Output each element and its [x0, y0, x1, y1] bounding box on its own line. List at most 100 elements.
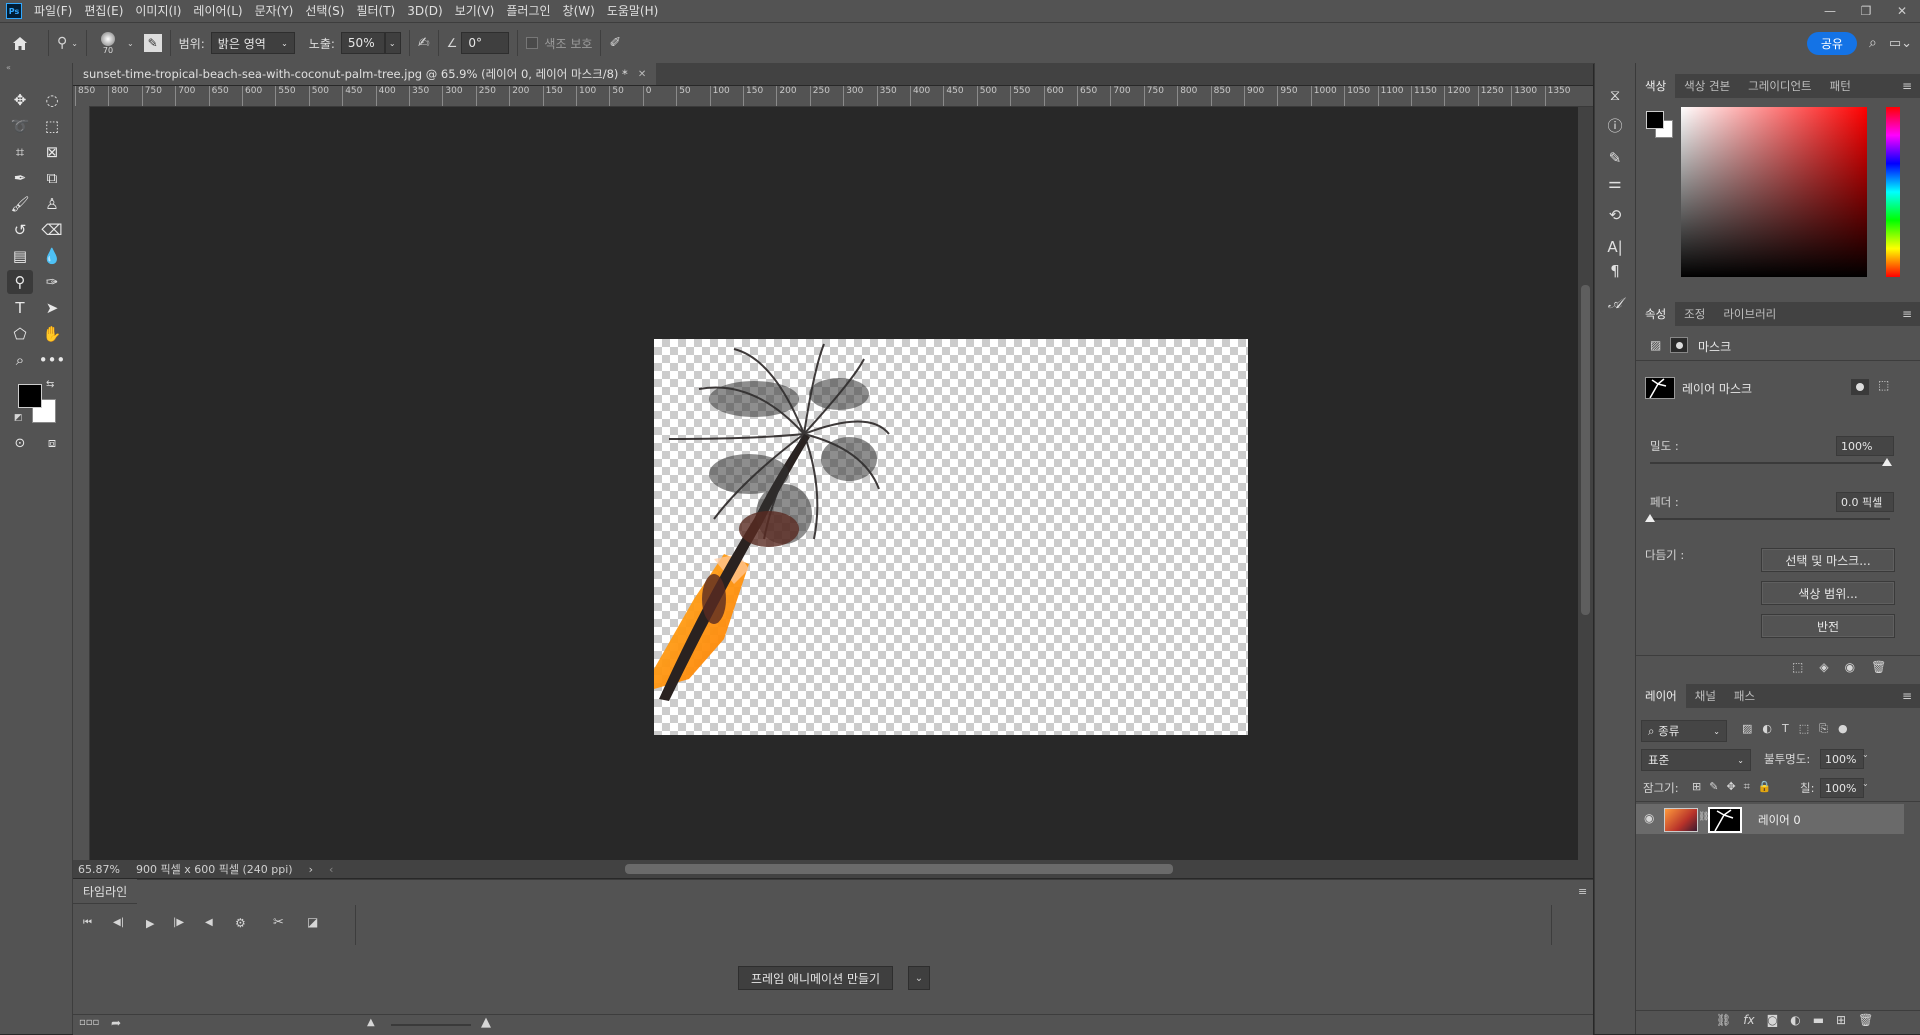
tab-gradients[interactable]: 그레이디언트: [1739, 74, 1820, 98]
tool-preset-picker[interactable]: ⚲ ⌄: [57, 35, 78, 51]
photoshop-logo[interactable]: Ps: [6, 3, 22, 19]
brush-settings-panel-icon[interactable]: ✎: [1603, 146, 1627, 170]
next-frame-icon[interactable]: |▶: [173, 917, 184, 928]
panel-menu-icon[interactable]: ≡: [1902, 689, 1912, 703]
transition-icon[interactable]: ◪: [307, 915, 318, 929]
menu-type[interactable]: 문자(Y): [249, 0, 300, 22]
first-frame-icon[interactable]: ⏮: [83, 917, 92, 928]
actions-icon[interactable]: ⟲: [1603, 203, 1627, 227]
zoom-level[interactable]: 65.87%: [78, 863, 130, 876]
screen-mode-icon[interactable]: ⧈: [39, 431, 65, 455]
chevron-down-icon[interactable]: ⌄: [1862, 750, 1869, 759]
zoom-tool-icon[interactable]: ⌕: [7, 348, 33, 372]
menu-view[interactable]: 보기(V): [449, 0, 501, 22]
filter-smart-object-icon[interactable]: ⎘: [1819, 722, 1828, 736]
load-selection-icon[interactable]: ⬚: [1792, 660, 1803, 674]
filter-shape-icon[interactable]: ⬚: [1799, 722, 1809, 736]
crop-tool-icon[interactable]: ⌗: [7, 140, 33, 164]
vertical-scroll-thumb[interactable]: [1581, 285, 1590, 615]
restore-icon[interactable]: ❐: [1848, 0, 1884, 22]
angle-input[interactable]: 0°: [461, 32, 510, 54]
dodge-tool-icon[interactable]: ⚲: [7, 270, 33, 294]
history-brush-tool-icon[interactable]: ↺: [7, 218, 33, 242]
lock-position-icon[interactable]: ✥: [1726, 780, 1735, 794]
frame-view-icon[interactable]: ▫▫▫: [79, 1017, 99, 1028]
swap-colors-icon[interactable]: ⇆: [46, 379, 54, 390]
brush-tool-icon[interactable]: 🖌: [7, 192, 33, 216]
brush-settings-icon[interactable]: ✎: [143, 34, 162, 52]
more-tools-icon[interactable]: •••: [39, 348, 66, 372]
foreground-color-swatch[interactable]: [18, 384, 42, 408]
menu-filter[interactable]: 필터(T): [350, 0, 401, 22]
timeline-zoom-slider[interactable]: [391, 1024, 471, 1026]
new-layer-icon[interactable]: ⊞: [1836, 1013, 1846, 1027]
add-pixel-mask-icon[interactable]: [1851, 379, 1869, 395]
blend-mode-select[interactable]: 표준 ⌄: [1641, 749, 1751, 771]
tab-libraries[interactable]: 라이브러리: [1714, 302, 1785, 326]
eraser-tool-icon[interactable]: ⌫: [39, 218, 65, 242]
lock-artboard-icon[interactable]: ⌗: [1744, 780, 1750, 794]
add-vector-mask-icon[interactable]: ⬚: [1878, 378, 1889, 392]
visibility-eye-icon[interactable]: ◉: [1845, 660, 1855, 674]
add-mask-icon[interactable]: ◙: [1767, 1013, 1779, 1027]
new-adjustment-layer-icon[interactable]: ◐: [1790, 1013, 1800, 1027]
workspace-icon[interactable]: ▭⌄: [1889, 36, 1912, 51]
stamp-tool-icon[interactable]: ♙: [39, 192, 65, 216]
marquee-tool-icon[interactable]: ◌: [39, 88, 65, 112]
layer-mask-icon[interactable]: [1670, 337, 1688, 353]
blur-tool-icon[interactable]: 💧: [39, 244, 65, 268]
split-scissors-icon[interactable]: ✂: [273, 915, 284, 930]
filter-toggle-icon[interactable]: ●: [1838, 722, 1848, 736]
tab-swatches[interactable]: 색상 견본: [1675, 74, 1739, 98]
feather-input[interactable]: 0.0 픽셀: [1836, 492, 1894, 512]
layer-filter-select[interactable]: ⌕ 종류 ⌄: [1641, 720, 1727, 742]
panel-menu-icon[interactable]: ≡: [1902, 79, 1912, 93]
type-tool-icon[interactable]: T: [7, 296, 33, 320]
minimize-icon[interactable]: —: [1812, 0, 1848, 22]
menu-window[interactable]: 창(W): [557, 0, 601, 22]
pressure-size-icon[interactable]: ✐: [609, 35, 621, 51]
layer-thumbnail[interactable]: [1664, 808, 1698, 832]
color-range-button[interactable]: 색상 범위...: [1761, 581, 1895, 605]
tab-properties[interactable]: 속성: [1636, 302, 1676, 326]
scroll-left-icon[interactable]: ‹: [329, 863, 333, 876]
menu-edit[interactable]: 편집(E): [78, 0, 129, 22]
exposure-input[interactable]: 50%: [340, 32, 385, 54]
eyedropper-tool-icon[interactable]: ✒: [7, 166, 33, 190]
adjustments-panel-icon[interactable]: ⚌: [1603, 171, 1627, 195]
tab-patterns[interactable]: 패턴: [1821, 74, 1860, 98]
timeline-menu-icon[interactable]: ≡: [1578, 885, 1587, 898]
tab-channels[interactable]: 채널: [1686, 684, 1725, 708]
collapse-icon[interactable]: «: [6, 63, 11, 72]
tab-adjustments[interactable]: 조정: [1675, 302, 1714, 326]
apply-mask-icon[interactable]: ◈: [1819, 660, 1828, 674]
menu-plugins[interactable]: 플러그인: [500, 0, 556, 22]
horizontal-scroll-thumb[interactable]: [625, 864, 1173, 874]
fill-input[interactable]: 100%: [1820, 778, 1864, 798]
density-slider[interactable]: [1650, 462, 1890, 464]
pixel-mask-icon[interactable]: ▨: [1650, 338, 1661, 352]
panel-menu-icon[interactable]: ≡: [1902, 307, 1912, 321]
close-icon[interactable]: ✕: [1884, 0, 1920, 22]
chevron-down-icon[interactable]: ⌄: [908, 966, 930, 990]
document-canvas[interactable]: [654, 339, 1248, 735]
status-menu-arrow-icon[interactable]: ›: [309, 863, 313, 876]
glyphs-icon[interactable]: 𝒜: [1603, 291, 1627, 315]
feather-slider-thumb[interactable]: [1645, 514, 1655, 522]
patch-tool-icon[interactable]: ⧉: [39, 166, 65, 190]
share-arrow-icon[interactable]: ➦: [111, 1016, 121, 1030]
density-slider-thumb[interactable]: [1882, 458, 1892, 466]
hand-tool-icon[interactable]: ✋: [39, 322, 65, 346]
previous-frame-icon[interactable]: ◀|: [113, 917, 124, 928]
gradient-tool-icon[interactable]: ▤: [7, 244, 33, 268]
menu-image[interactable]: 이미지(I): [129, 0, 187, 22]
brush-size-picker[interactable]: 70: [95, 31, 121, 55]
layer-name[interactable]: 레이어 0: [1758, 812, 1801, 828]
layer-row[interactable]: ◉ ⛓ 레이어 0: [1636, 804, 1904, 834]
share-button[interactable]: 공유: [1806, 31, 1857, 55]
pen-tool-icon[interactable]: ✑: [39, 270, 65, 294]
trash-icon[interactable]: 🗑: [1858, 1013, 1873, 1027]
info-icon[interactable]: ⓘ: [1603, 113, 1627, 137]
paragraph-icon[interactable]: ¶: [1603, 259, 1627, 283]
link-layers-icon[interactable]: ⛓: [1716, 1013, 1731, 1027]
